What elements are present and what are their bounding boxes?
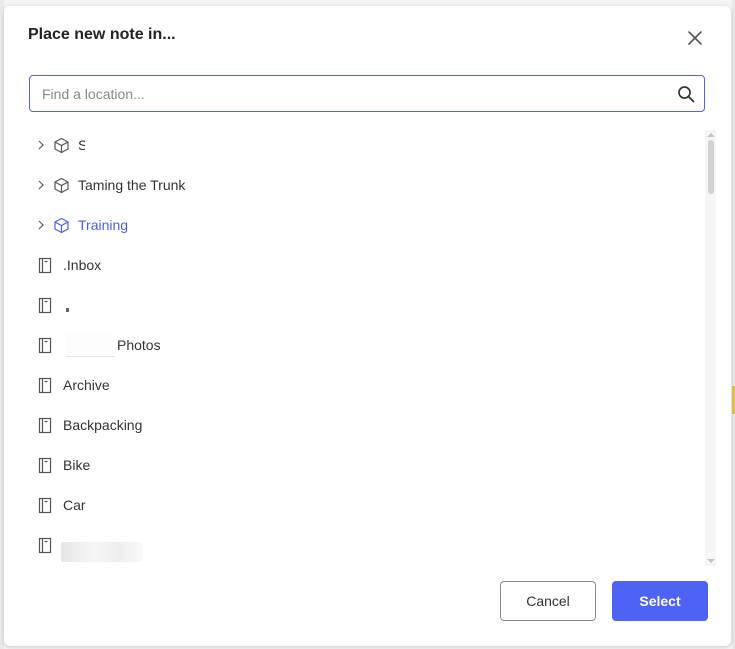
space-cube-icon: [54, 177, 69, 194]
tree-item-label: Archive: [63, 377, 110, 393]
tree-item-space-active[interactable]: Training: [29, 206, 703, 246]
scroll-thumb[interactable]: [708, 140, 714, 194]
scroll-up-arrow[interactable]: [707, 133, 715, 137]
search-icon[interactable]: [677, 85, 695, 103]
tree-item-space[interactable]: Taming the Trunk: [29, 166, 703, 206]
chevron-right-icon[interactable]: [37, 140, 45, 150]
dialog-title: Place new note in...: [28, 26, 176, 43]
scroll-down-arrow[interactable]: [707, 559, 715, 563]
notebook-icon: [38, 337, 52, 354]
location-tree: S Taming the Trunk Training .Inbox Photo…: [29, 126, 703, 566]
tree-item-label: Taming the Trunk: [78, 177, 186, 193]
tree-item-notebook[interactable]: Car: [29, 486, 703, 526]
tree-item-notebook[interactable]: Photos: [29, 326, 703, 366]
tree-item-space[interactable]: S: [29, 126, 703, 166]
tree-item-label: Bike: [63, 457, 91, 473]
select-button[interactable]: Select: [612, 581, 708, 621]
tree-item-notebook[interactable]: Archive: [29, 366, 703, 406]
notebook-icon: [38, 257, 52, 274]
close-icon: [688, 31, 702, 45]
tree-item-label: Photos: [117, 337, 161, 353]
space-cube-icon: [54, 217, 69, 234]
tree-item-notebook[interactable]: Bike: [29, 446, 703, 486]
tree-item-label: Backpacking: [63, 417, 143, 433]
tree-item-notebook[interactable]: Backpacking: [29, 406, 703, 446]
tree-item-label: Car: [63, 497, 86, 513]
tree-item-notebook[interactable]: [29, 286, 703, 326]
notebook-icon: [38, 497, 52, 514]
tree-item-notebook[interactable]: [29, 526, 703, 566]
tree-item-label: .Inbox: [63, 257, 102, 273]
notebook-icon: [38, 377, 52, 394]
chevron-right-icon[interactable]: [37, 180, 45, 190]
tree-item-label: Training: [78, 217, 129, 233]
tree-item-notebook[interactable]: .Inbox: [29, 246, 703, 286]
redacted-area: [61, 542, 143, 562]
notebook-icon: [38, 537, 52, 554]
space-cube-icon: [54, 137, 69, 154]
close-button[interactable]: [685, 28, 705, 48]
redacted-area: [85, 136, 95, 156]
tree-scrollbar[interactable]: [705, 130, 716, 566]
redacted-area: [66, 334, 115, 357]
cancel-button[interactable]: Cancel: [500, 581, 596, 621]
chevron-right-icon[interactable]: [37, 220, 45, 230]
search-field[interactable]: [29, 75, 705, 112]
place-note-dialog: Place new note in... S Taming the Trunk: [4, 6, 731, 646]
search-input[interactable]: [42, 76, 662, 111]
notebook-icon: [38, 457, 52, 474]
redacted-area: [66, 308, 69, 312]
notebook-icon: [38, 417, 52, 434]
notebook-icon: [38, 297, 52, 314]
